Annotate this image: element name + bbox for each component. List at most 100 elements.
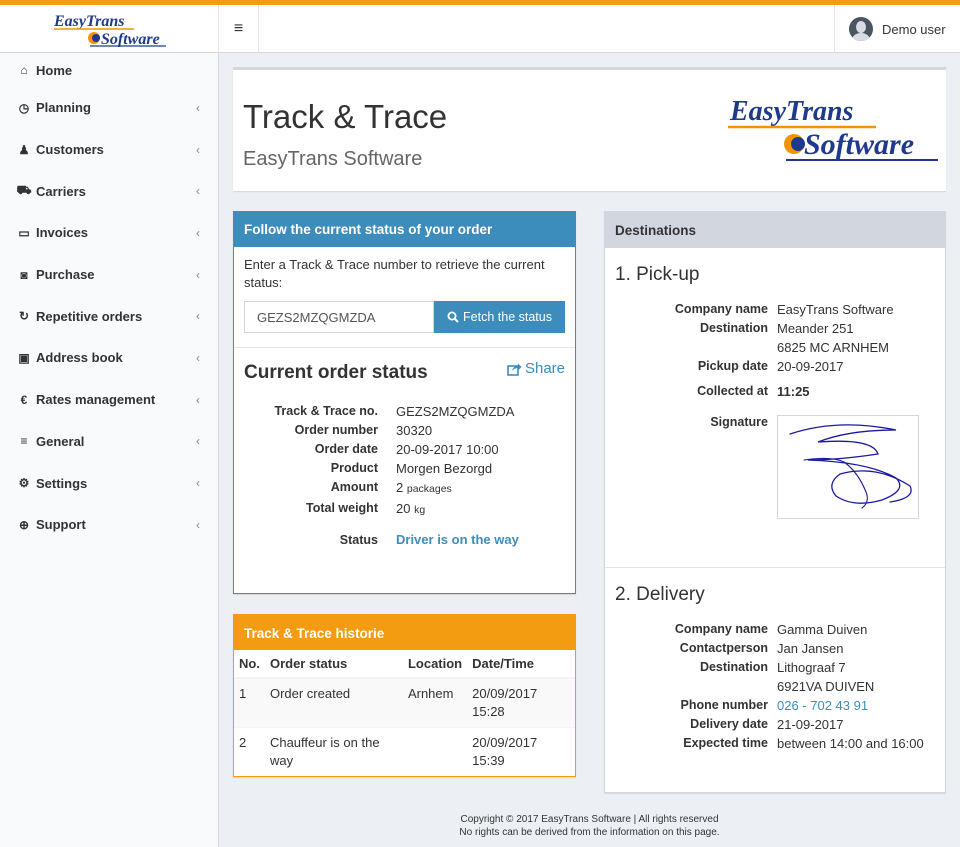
signature-drawing: [789, 424, 912, 509]
amount-unit: packages: [406, 483, 452, 495]
top-header: EasyTrans Software ≡ Demo user: [0, 5, 960, 53]
sidebar-item-label: Home: [36, 62, 73, 78]
sidebar-item-address-book[interactable]: ▣ Address book ‹: [0, 337, 218, 379]
sidebar-item-planning[interactable]: ◷ Planning ‹: [0, 87, 218, 129]
sidebar-item-repetitive-orders[interactable]: ↻ Repetitive orders ‹: [0, 295, 218, 337]
pickup-details: Company name EasyTrans Software Destinati…: [605, 300, 945, 519]
destinations-heading: Destinations: [605, 212, 945, 248]
life-ring-icon: ⊕: [18, 517, 30, 532]
track-number-input[interactable]: [244, 301, 434, 333]
chevron-left-icon: ‹: [196, 184, 200, 199]
sidebar-toggle-button[interactable]: ≡: [219, 5, 259, 53]
sidebar-item-customers[interactable]: ♟ Customers ‹: [0, 129, 218, 171]
delivery-date-key: Delivery date: [690, 717, 768, 731]
chevron-left-icon: ‹: [196, 142, 200, 157]
current-status-title: Current order status: [244, 362, 428, 383]
share-link[interactable]: Share: [507, 360, 565, 377]
sidebar-item-label: Invoices: [36, 225, 89, 241]
follow-intro-text: Enter a Track & Trace number to retrieve…: [244, 257, 545, 290]
footer-copyright: Copyright © 2017 EasyTrans Software | Al…: [460, 814, 719, 825]
chevron-left-icon: ‹: [196, 392, 200, 407]
phone-link[interactable]: 026 - 702 43 91: [777, 696, 868, 715]
order-detail-row: Product Morgen Bezorgd: [244, 459, 565, 478]
chevron-left-icon: ‹: [196, 434, 200, 449]
sidebar-item-label: Settings: [36, 475, 88, 491]
page-header-box: Track & Trace EasyTrans Software EasyTra…: [233, 67, 946, 191]
cogs-icon: ⚙: [18, 476, 30, 491]
history-cell-datetime: 20/09/2017 15:28: [467, 677, 575, 728]
logo-small-line1: EasyTrans: [54, 13, 125, 30]
pickup-date-key: Pickup date: [697, 359, 768, 373]
sidebar-item-carriers[interactable]: ⛟ Carriers ‹: [0, 170, 218, 212]
history-cell-no: 2: [234, 727, 265, 776]
sidebar-item-home[interactable]: ⌂ Home: [0, 53, 218, 87]
sidebar-item-support[interactable]: ⊕ Support ‹: [0, 504, 218, 546]
contactperson-key: Contactperson: [679, 641, 768, 655]
history-col-status: Order status: [264, 650, 403, 679]
history-col-no: No.: [234, 650, 265, 679]
credit-card-icon: ▭: [18, 225, 30, 240]
share-icon: [507, 363, 522, 376]
delivery-address-line1: Lithograaf 7: [777, 660, 846, 675]
destinations-panel: Destinations 1. Pick-up Company name Easy…: [604, 211, 946, 793]
sidebar-item-label: Support: [36, 517, 86, 533]
logo-small-line2: Software: [101, 31, 160, 47]
history-cell-no: 1: [234, 677, 265, 728]
delivery-details: Company name Gamma Duiven Contactperson Ja…: [605, 620, 945, 753]
follow-status-heading: Follow the current status of your order: [234, 212, 575, 247]
fetch-status-label: Fetch the status: [463, 310, 552, 324]
amount-value: 2 packages: [396, 478, 452, 499]
history-cell-datetime: 20/09/2017 15:39: [467, 727, 575, 776]
status-value: Driver is on the way: [396, 532, 519, 547]
weight-value: 20 kg: [396, 499, 425, 520]
pickup-address-line1: Meander 251: [777, 321, 854, 336]
order-detail-value: 30320: [396, 423, 433, 438]
collected-at-value: 11:25: [777, 384, 810, 399]
delivery-date-value: 21-09-2017: [777, 717, 844, 732]
main-content: Track & Trace EasyTrans Software EasyTra…: [219, 53, 960, 847]
delivery-company-key: Company name: [674, 622, 768, 636]
phone-key: Phone number: [680, 698, 768, 712]
pickup-title: 1. Pick-up: [615, 264, 700, 285]
chevron-left-icon: ‹: [196, 350, 200, 365]
clock-icon: ◷: [18, 100, 30, 115]
easytrans-logo: EasyTrans Software: [728, 96, 938, 161]
follow-divider: [234, 347, 575, 348]
fetch-status-button[interactable]: Fetch the status: [434, 301, 565, 333]
weight-unit: kg: [414, 504, 426, 516]
home-icon: ⌂: [20, 63, 28, 77]
history-panel: Track & Trace historie No. Order status …: [233, 614, 576, 777]
expected-time-value: between 14:00 and 16:00: [777, 736, 924, 751]
order-detail-key: Track & Trace no.: [274, 404, 378, 418]
sidebar-item-label: Rates management: [36, 392, 156, 408]
header-logo-area[interactable]: EasyTrans Software: [0, 5, 219, 53]
search-icon: [447, 311, 459, 323]
sidebar-item-label: General: [36, 433, 85, 449]
history-row: 1 Order created Arnhem 20/09/2017 15:28: [234, 677, 575, 728]
history-row: 2 Chauffeur is on the way 20/09/2017 15:39: [234, 727, 575, 776]
order-details: Track & Trace no. GEZS2MZQGMZDA Order numb…: [244, 402, 565, 551]
footer-disclaimer: No rights can be derived from the inform…: [459, 827, 720, 838]
user-menu[interactable]: Demo user: [834, 5, 960, 53]
history-col-location: Location: [402, 650, 468, 679]
order-detail-row: Track & Trace no. GEZS2MZQGMZDA: [244, 402, 565, 421]
chevron-left-icon: ‹: [196, 476, 200, 491]
bars-icon: ≡: [20, 434, 28, 449]
sidebar-item-invoices[interactable]: ▭ Invoices ‹: [0, 212, 218, 254]
refresh-icon: ↻: [18, 309, 30, 324]
address-book-icon: ▣: [18, 350, 30, 365]
sidebar-item-label: Carriers: [36, 183, 86, 199]
sidebar-item-purchase[interactable]: ◙ Purchase ‹: [0, 254, 218, 296]
follow-status-panel: Follow the current status of your order …: [233, 211, 576, 594]
history-heading: Track & Trace historie: [234, 615, 575, 650]
logo-line2: Software: [804, 128, 914, 161]
signature-key: Signature: [710, 415, 768, 429]
history-cell-location: Arnhem: [402, 677, 468, 728]
expected-time-key: Expected time: [683, 736, 768, 750]
chevron-left-icon: ‹: [196, 517, 200, 532]
sidebar-item-rates-management[interactable]: € Rates management ‹: [0, 379, 218, 421]
signature-image: [777, 415, 919, 519]
sidebar-item-general[interactable]: ≡ General ‹: [0, 421, 218, 463]
sidebar-item-settings[interactable]: ⚙ Settings ‹: [0, 462, 218, 504]
order-detail-row: Order date 20-09-2017 10:00: [244, 440, 565, 459]
